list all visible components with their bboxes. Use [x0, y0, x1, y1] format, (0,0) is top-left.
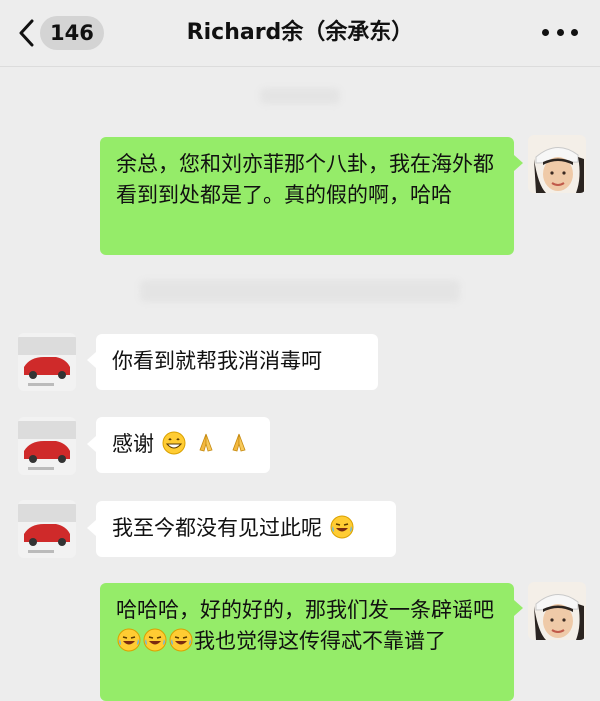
- contact-avatar[interactable]: [18, 333, 76, 391]
- my-avatar[interactable]: [528, 582, 586, 640]
- message-text: 你看到就帮我消消毒呵: [112, 349, 322, 373]
- received-message-bubble[interactable]: 你看到就帮我消消毒呵: [96, 334, 378, 390]
- sent-message-bubble[interactable]: 余总，您和刘亦菲那个八卦，我在海外都看到到处都是了。真的假的啊，哈哈: [100, 137, 514, 255]
- message-text: 我也觉得这传得忒不靠谱了: [194, 629, 446, 653]
- bubble-tail: [87, 352, 96, 368]
- sent-message-bubble[interactable]: 哈哈哈，好的好的，那我们发一条辟谣吧我也觉得这传得忒不靠谱了: [100, 583, 514, 701]
- laugh-cry-emoji: [143, 628, 167, 661]
- laugh-cry-emoji: [330, 515, 354, 548]
- blurred-area: [140, 280, 460, 302]
- pray-emoji: [194, 431, 218, 464]
- bubble-tail: [87, 520, 96, 536]
- more-button[interactable]: [542, 22, 578, 42]
- my-avatar[interactable]: [528, 135, 586, 193]
- grin-emoji: [162, 431, 186, 464]
- message-text: 余总，您和刘亦菲那个八卦，我在海外都看到到处都是了。真的假的啊，哈哈: [116, 152, 494, 207]
- message-text: 哈哈哈，好的好的，那我们发一条辟谣吧: [116, 598, 494, 622]
- message-text: 我至今都没有见过此呢: [112, 516, 322, 540]
- contact-avatar[interactable]: [18, 500, 76, 558]
- laugh-cry-emoji: [169, 628, 193, 661]
- bubble-tail: [514, 600, 523, 616]
- chevron-left-icon: [18, 19, 34, 47]
- laugh-cry-emoji: [117, 628, 141, 661]
- contact-avatar[interactable]: [18, 417, 76, 475]
- chat-header: 146 Richard余（余承东）: [0, 0, 600, 67]
- bubble-tail: [514, 155, 523, 171]
- unread-count-badge: 146: [40, 16, 104, 50]
- blurred-area: [260, 88, 340, 104]
- received-message-bubble[interactable]: 我至今都没有见过此呢: [96, 501, 396, 557]
- received-message-bubble[interactable]: 感谢: [96, 417, 270, 473]
- more-dots-icon: [542, 28, 549, 36]
- chat-title: Richard余（余承东）: [186, 20, 414, 45]
- message-text: 感谢: [112, 432, 154, 456]
- bubble-tail: [87, 436, 96, 452]
- pray-emoji: [227, 431, 251, 464]
- back-button[interactable]: 146: [18, 14, 104, 52]
